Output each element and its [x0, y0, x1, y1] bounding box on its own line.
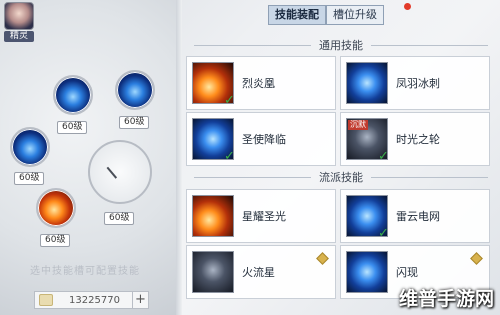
skill-7-name: 火流星 — [242, 266, 275, 279]
skill-3-icon: ✓ — [192, 118, 235, 164]
skill-card-5[interactable]: 星耀圣光 — [186, 189, 336, 243]
skill-7-icon — [192, 251, 234, 293]
currency-icon — [39, 294, 53, 306]
section-general-title: 通用技能 — [319, 39, 363, 52]
skill-slot-1[interactable] — [53, 75, 93, 115]
skill-slot-4[interactable] — [36, 188, 76, 228]
sprite-label: 精灵 — [4, 31, 34, 42]
skill-4-icon: 沉默 ✓ — [346, 118, 389, 164]
skill-6-icon: ✓ — [346, 195, 389, 241]
section-school-title: 流派技能 — [319, 171, 363, 184]
skill-2-icon — [346, 62, 388, 104]
dial-hand-icon — [106, 151, 136, 179]
tab-skill-equip[interactable]: 技能装配 — [268, 5, 326, 25]
skill-card-4[interactable]: 沉默 ✓ 时光之轮 — [340, 112, 490, 166]
skill-1-icon: ✓ — [192, 62, 235, 108]
skill-slot-5-empty[interactable] — [88, 140, 152, 204]
skill-list-panel: 技能装配 槽位升级 通用技能 ✓ 烈炎凰 凤羽冰刺 ✓ 圣使降临 沉默 ✓ 时光… — [182, 0, 500, 315]
section-school: 流派技能 — [186, 169, 496, 185]
skill-card-7[interactable]: 火流星 — [186, 245, 336, 299]
skill-slot-2[interactable] — [115, 70, 155, 110]
notification-dot — [404, 3, 411, 10]
add-currency-button[interactable]: + — [132, 292, 148, 308]
gem-icon — [316, 252, 329, 265]
equipped-check-icon: ✓ — [224, 149, 235, 164]
equipped-skills-panel: 精灵 60级 60级 60级 60级 60级 选中技能槽可配置技能 132257… — [0, 0, 182, 315]
skill-4-name: 时光之轮 — [396, 133, 440, 146]
tab-bar: 技能装配 槽位升级 — [268, 5, 384, 25]
skill-5-name: 星耀圣光 — [242, 210, 286, 223]
skill-5-icon — [192, 195, 234, 237]
skill-card-3[interactable]: ✓ 圣使降临 — [186, 112, 336, 166]
skill-8-name: 闪现 — [396, 266, 418, 279]
equipped-check-icon: ✓ — [378, 226, 389, 241]
skill-8-icon — [346, 251, 388, 293]
skill-card-2[interactable]: 凤羽冰刺 — [340, 56, 490, 110]
site-watermark: 维普手游网 — [398, 288, 494, 310]
skill-slot-2-level: 60级 — [119, 116, 150, 129]
skill-slot-3-level: 60级 — [14, 172, 45, 185]
section-general: 通用技能 — [186, 37, 496, 53]
skill-1-name: 烈炎凰 — [242, 77, 275, 90]
sprite-button[interactable]: 精灵 — [4, 2, 34, 42]
silence-badge: 沉默 — [348, 120, 368, 130]
equipped-check-icon: ✓ — [378, 149, 389, 164]
sprite-avatar — [4, 2, 34, 30]
equipped-check-icon: ✓ — [224, 93, 235, 108]
skill-6-name: 雷云电网 — [396, 210, 440, 223]
skill-slot-3[interactable] — [10, 127, 50, 167]
gem-icon — [470, 252, 483, 265]
currency-bar: 13225770 + — [34, 291, 149, 309]
skill-card-6[interactable]: ✓ 雷云电网 — [340, 189, 490, 243]
skill-2-name: 凤羽冰刺 — [396, 77, 440, 90]
tab-slot-upgrade[interactable]: 槽位升级 — [326, 5, 384, 25]
skill-card-1[interactable]: ✓ 烈炎凰 — [186, 56, 336, 110]
skill-3-name: 圣使降临 — [242, 133, 286, 146]
skill-slot-1-level: 60级 — [57, 121, 88, 134]
currency-amount: 13225770 — [69, 294, 120, 306]
skill-slot-4-level: 60级 — [40, 234, 71, 247]
skill-slot-5-level: 60级 — [104, 212, 135, 225]
hint-text: 选中技能槽可配置技能 — [30, 266, 140, 277]
